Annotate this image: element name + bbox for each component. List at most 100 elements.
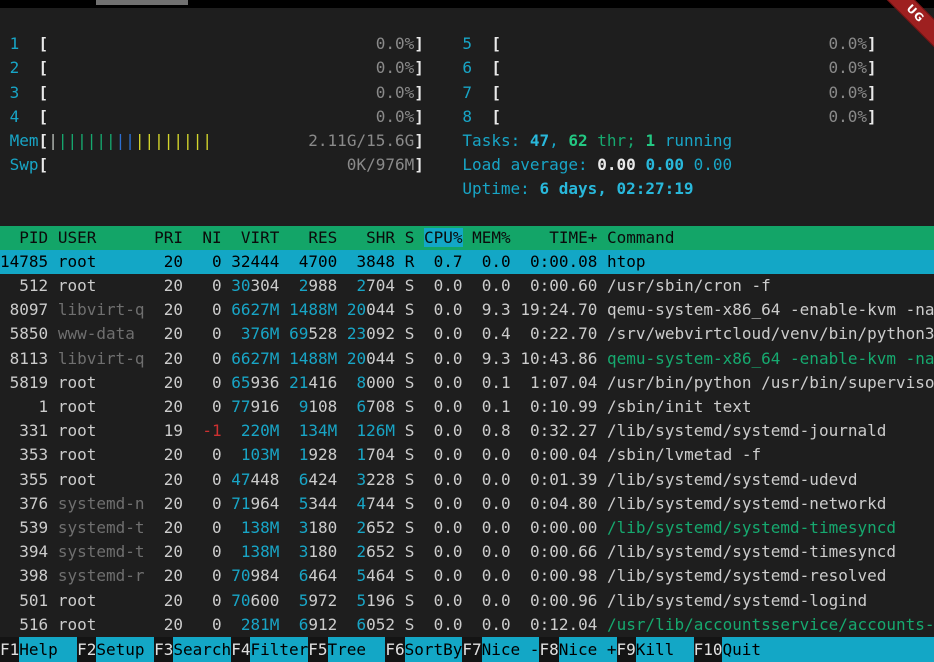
process-row[interactable]: 353 root 20 0 103M 1928 1704 S 0.0 0.0 0…: [0, 443, 934, 467]
cell-res: 6: [289, 615, 308, 634]
cell-ni: 0: [193, 566, 222, 585]
column-header-ni[interactable]: NI: [193, 228, 222, 247]
cell-user: systemd-t: [58, 518, 145, 537]
column-header-pid[interactable]: PID: [0, 228, 48, 247]
fkey-f2-setup-button[interactable]: Setup: [96, 637, 154, 662]
process-row[interactable]: 376 systemd-n 20 0 71964 5344 4744 S 0.0…: [0, 492, 934, 516]
cell-state: S: [405, 470, 415, 489]
cell-pri: 20: [154, 494, 183, 513]
cell-virt: 376M: [231, 324, 279, 343]
column-header-shr[interactable]: SHR: [347, 228, 395, 247]
column-header-res[interactable]: RES: [289, 228, 337, 247]
meter-bracket: ]: [414, 58, 424, 77]
fkey-f1-key[interactable]: F1: [0, 637, 19, 662]
cell-user: root: [58, 421, 145, 440]
fkey-f5-key[interactable]: F5: [308, 637, 327, 662]
cell-shr: 6: [347, 397, 366, 416]
column-header-command[interactable]: Command: [607, 228, 674, 247]
cell-command: /usr/bin/python /usr/bin/superviso: [607, 373, 934, 392]
cell-user: systemd-r: [58, 566, 145, 585]
process-row[interactable]: 501 root 20 0 70600 5972 5196 S 0.0 0.0 …: [0, 589, 934, 613]
cell-time: 0:32.27: [520, 421, 597, 440]
process-row[interactable]: 8097 libvirt-q 20 0 6627M 1488M 20044 S …: [0, 298, 934, 322]
cell-mem-percent: 0.0: [472, 252, 511, 271]
fkey-f5-tree-button[interactable]: Tree: [328, 637, 386, 662]
cell-cpu-percent: 0.7: [424, 252, 463, 271]
process-row[interactable]: 1 root 20 0 77916 9108 6708 S 0.0 0.1 0:…: [0, 395, 934, 419]
cell-res: 3: [289, 518, 308, 537]
cell-mem-percent: 0.0: [472, 566, 511, 585]
cpu-meter-value: 0.0%: [501, 107, 867, 126]
column-header-virt[interactable]: VIRT: [231, 228, 279, 247]
cell-mem-percent: 0.0: [472, 494, 511, 513]
cell-virt: 70: [231, 566, 250, 585]
column-header-s[interactable]: S: [405, 228, 415, 247]
cell-ni: 0: [193, 615, 222, 634]
running-label: running: [655, 131, 732, 150]
fkey-f4-filter-button[interactable]: Filter: [250, 637, 308, 662]
process-row[interactable]: 512 root 20 0 30304 2988 2704 S 0.0 0.0 …: [0, 274, 934, 298]
process-row[interactable]: 5819 root 20 0 65936 21416 8000 S 0.0 0.…: [0, 371, 934, 395]
fkey-f10-key[interactable]: F10: [694, 637, 723, 662]
cell-time: 0:00.08: [520, 252, 597, 271]
cell-time: 19:24.70: [520, 300, 597, 319]
process-row[interactable]: 516 root 20 0 281M 6912 6052 S 0.0 0.0 0…: [0, 613, 934, 637]
cell-time: 0:00.98: [520, 566, 597, 585]
fkey-f4-key[interactable]: F4: [231, 637, 250, 662]
fkey-f7-nice--button[interactable]: Nice -: [482, 637, 540, 662]
cell-mem-percent: 0.0: [472, 470, 511, 489]
cell-mem-percent: 9.3: [472, 349, 511, 368]
cpu-meter-value: 0.0%: [48, 107, 414, 126]
cell-shr: 23: [347, 324, 366, 343]
fkey-f9-key[interactable]: F9: [617, 637, 636, 662]
cell-res: 3: [289, 542, 308, 561]
cpu-meter-row: 3 [ 0.0%] 7 [ 0.0%]: [0, 81, 934, 105]
load-1min: 0.00: [597, 155, 636, 174]
process-row[interactable]: 398 systemd-r 20 0 70984 6464 5464 S 0.0…: [0, 564, 934, 588]
process-row-selected[interactable]: 14785 root 20 0 32444 4700 3848 R 0.7 0.…: [0, 250, 934, 274]
process-row[interactable]: 539 systemd-t 20 0 138M 3180 2652 S 0.0 …: [0, 516, 934, 540]
mem-meter-pipes-gray: |: [48, 131, 58, 150]
cell-mem-percent: 0.0: [472, 615, 511, 634]
fkey-f6-key[interactable]: F6: [385, 637, 404, 662]
process-row[interactable]: 355 root 20 0 47448 6424 3228 S 0.0 0.0 …: [0, 468, 934, 492]
cell-pid: 5850: [0, 324, 48, 343]
swap-meter-value: 0K/976M: [48, 155, 414, 174]
uptime-label: Uptime:: [462, 179, 539, 198]
fkey-f8-nice--button[interactable]: Nice +: [559, 637, 617, 662]
cell-time: 0:00.66: [520, 542, 597, 561]
process-row[interactable]: 5850 www-data 20 0 376M 69528 23092 S 0.…: [0, 322, 934, 346]
meter-bracket: [: [39, 83, 49, 102]
cell-command: /usr/lib/accountsservice/accounts-: [607, 615, 934, 634]
fkey-f6-sortby-button[interactable]: SortBy: [405, 637, 463, 662]
fkey-f2-key[interactable]: F2: [77, 637, 96, 662]
column-header-mem[interactable]: MEM%: [472, 228, 511, 247]
column-header-time[interactable]: TIME+: [520, 228, 597, 247]
cell-virt: 30: [231, 276, 250, 295]
fkey-f8-key[interactable]: F8: [539, 637, 558, 662]
column-header-user[interactable]: USER: [58, 228, 145, 247]
cell-res: 4: [289, 252, 308, 271]
fkey-f7-key[interactable]: F7: [462, 637, 481, 662]
column-header-pri[interactable]: PRI: [154, 228, 183, 247]
fkey-f9-kill-button[interactable]: Kill: [636, 637, 694, 662]
cell-ni: 0: [193, 445, 222, 464]
column-header-cpu[interactable]: CPU%: [424, 228, 463, 247]
cell-user: root: [58, 397, 145, 416]
process-row[interactable]: 8113 libvirt-q 20 0 6627M 1488M 20044 S …: [0, 347, 934, 371]
fkey-f3-search-button[interactable]: Search: [173, 637, 231, 662]
cell-mem-percent: 0.4: [472, 324, 511, 343]
mem-meter-value: 2.11G/15.6G: [212, 131, 414, 150]
cell-pid: 8097: [0, 300, 48, 319]
cell-shr: 5: [347, 591, 366, 610]
fkey-f10-quit-button[interactable]: Quit: [722, 637, 934, 662]
cell-user: root: [58, 445, 145, 464]
fkey-f3-key[interactable]: F3: [154, 637, 173, 662]
cell-mem-percent: 0.0: [472, 591, 511, 610]
cell-res: 1488M: [289, 300, 337, 319]
cpu-meter-label: 4: [10, 107, 39, 126]
process-row[interactable]: 394 systemd-t 20 0 138M 3180 2652 S 0.0 …: [0, 540, 934, 564]
cell-ni: 0: [193, 542, 222, 561]
fkey-f1-help-button[interactable]: Help: [19, 637, 77, 662]
process-row[interactable]: 331 root 19 -1 220M 134M 126M S 0.0 0.8 …: [0, 419, 934, 443]
